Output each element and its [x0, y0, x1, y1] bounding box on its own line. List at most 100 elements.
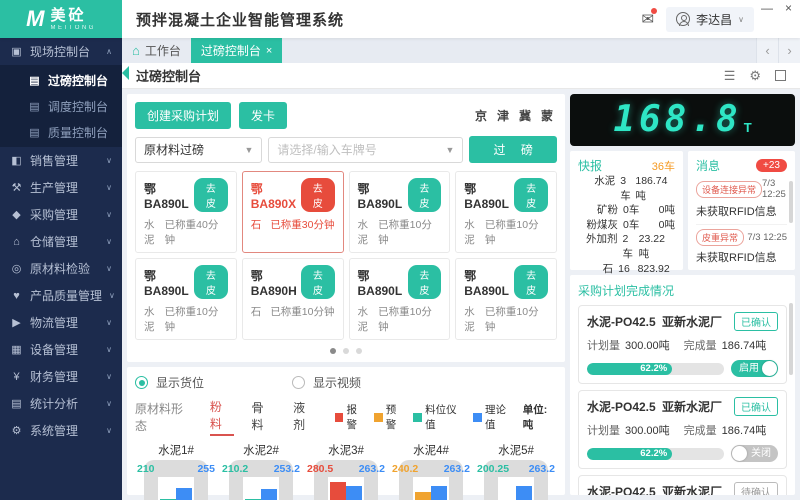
weigh-button[interactable]: 过 磅 — [469, 136, 557, 163]
sidebar-item-dispatch-console[interactable]: ▤ 调度控制台 — [0, 93, 122, 119]
vehicle-card[interactable]: 鄂BA890L去皮 水泥已称重10分钟 — [455, 258, 557, 340]
sensor-level-bar — [330, 482, 346, 500]
minimize-button[interactable]: — — [761, 2, 773, 14]
legend-label: 预警 — [386, 402, 407, 432]
weigh-status: 已称重30分钟 — [270, 217, 334, 232]
close-tab-icon[interactable]: × — [266, 45, 272, 57]
sidebar-item-sales[interactable]: ◧ 销售管理 ∨ — [0, 147, 122, 174]
region-tianjin[interactable]: 津 — [497, 107, 509, 124]
chevron-down-icon: ∨ — [106, 156, 112, 165]
material-form-label: 原材料形态 — [135, 400, 194, 434]
pagination-dot[interactable] — [343, 348, 349, 354]
tare-button[interactable]: 去皮 — [194, 265, 228, 299]
tab-workbench[interactable]: ⌂ 工作台 — [122, 38, 191, 63]
sidebar-item-equipment[interactable]: ▦ 设备管理 ∨ — [0, 336, 122, 363]
tare-button[interactable]: 去皮 — [194, 178, 228, 212]
sidebar-item-finance[interactable]: ¥ 财务管理 ∨ — [0, 363, 122, 390]
app-window: — × M 美砼 MEITONG 预拌混凝土企业智能管理系统 ✉ 李达昌 ∨ ▣… — [0, 0, 800, 500]
sidebar-item-production[interactable]: ⚒ 生产管理 ∨ — [0, 174, 122, 201]
sidebar-group-site-console[interactable]: ▣ 现场控制台 ∧ — [0, 38, 122, 65]
vehicle-card[interactable]: 鄂BA890L去皮 水泥已称重10分钟 — [349, 258, 451, 340]
menu-icon[interactable]: ☰ — [724, 68, 736, 84]
tare-button[interactable]: 去皮 — [408, 178, 442, 212]
vehicle-card[interactable]: 鄂BA890L去皮 水泥已称重40分钟 — [135, 171, 237, 253]
plan-material: 水泥-PO42.5 — [587, 398, 656, 415]
tare-button[interactable]: 去皮 — [514, 178, 548, 212]
tab-powder[interactable]: 粉料 — [210, 398, 234, 436]
tare-button[interactable]: 去皮 — [301, 178, 335, 212]
plate-number: 鄂BA890L — [358, 267, 408, 298]
vehicle-card[interactable]: 鄂BA890X去皮 石已称重30分钟 — [242, 171, 344, 253]
vehicle-card[interactable]: 鄂BA890H去皮 石已称重10分钟 — [242, 258, 344, 340]
sidebar-item-statistics[interactable]: ▤ 统计分析 ∨ — [0, 390, 122, 417]
tab-scroll-right-button[interactable]: › — [778, 38, 800, 63]
pagination-dot[interactable] — [330, 348, 336, 354]
tare-button[interactable]: 去皮 — [408, 265, 442, 299]
sidebar-item-weighing-console[interactable]: ▤ 过磅控制台 — [0, 67, 122, 93]
progress-fill: 62.2% — [587, 448, 672, 460]
tab-weighing-console[interactable]: 过磅控制台 × — [191, 38, 282, 63]
silo-chart — [328, 477, 364, 500]
message-item[interactable]: 设备连接异常7/3 12:25 未获取RFID信息 — [696, 174, 787, 225]
show-slot-radio[interactable] — [135, 376, 148, 389]
tare-button[interactable]: 去皮 — [301, 265, 334, 299]
region-hebei[interactable]: 冀 — [519, 107, 531, 124]
select-value: 原材料过磅 — [144, 141, 204, 158]
user-menu[interactable]: 李达昌 ∨ — [666, 7, 754, 32]
vehicle-card[interactable]: 鄂BA890L去皮 水泥已称重10分钟 — [455, 171, 557, 253]
silo-chart — [413, 477, 449, 500]
sidebar-item-material-inspection[interactable]: ◎ 原材料检验 ∨ — [0, 255, 122, 282]
report-material: 外加剂 — [578, 232, 618, 261]
vertical-scrollbar[interactable] — [789, 303, 793, 375]
plan-toggle[interactable]: 关闭 — [731, 445, 778, 462]
sidebar-item-label: 生产管理 — [30, 179, 78, 196]
scale-weight-value: 168.8 — [613, 102, 741, 138]
pagination-dot[interactable] — [356, 348, 362, 354]
close-window-button[interactable]: × — [785, 2, 792, 14]
material-name: 水泥 — [464, 304, 485, 334]
tab-liquid[interactable]: 液剂 — [293, 399, 317, 435]
factory-icon: ⚒ — [10, 181, 23, 194]
region-neimenggu[interactable]: 蒙 — [541, 107, 553, 124]
vertical-scrollbar[interactable] — [789, 181, 793, 223]
report-count: 0车 — [623, 218, 639, 233]
vehicle-card[interactable]: 鄂BA890L去皮 水泥已称重10分钟 — [135, 258, 237, 340]
weigh-status: 已称重10分钟 — [270, 304, 334, 319]
plan-material: 水泥-PO42.5 — [587, 483, 656, 495]
vehicle-card[interactable]: 鄂BA890L去皮 水泥已称重10分钟 — [349, 171, 451, 253]
silo-name: 水泥1# — [135, 442, 217, 458]
gear-icon[interactable]: ⚙ — [749, 68, 761, 84]
region-beijing[interactable]: 京 — [475, 107, 487, 124]
progress-percent: 62.2% — [640, 363, 667, 374]
plate-number-select[interactable]: 请选择/输入车牌号 ▼ — [268, 137, 463, 163]
tab-label: 工作台 — [145, 42, 181, 59]
mail-icon[interactable]: ✉ — [642, 10, 655, 28]
weigh-status: 已称重10分钟 — [378, 304, 441, 334]
sensor-value: 200.25 — [477, 463, 509, 475]
material-name: 水泥 — [464, 217, 485, 247]
sidebar-item-purchasing[interactable]: ◆ 采购管理 ∨ — [0, 201, 122, 228]
sidebar-item-logistics[interactable]: ▶ 物流管理 ∨ — [0, 309, 122, 336]
sidebar-item-warehouse[interactable]: ⌂ 仓储管理 ∨ — [0, 228, 122, 255]
sidebar-item-quality-console[interactable]: ▤ 质量控制台 — [0, 119, 122, 145]
tare-button[interactable]: 去皮 — [514, 265, 548, 299]
plan-supplier: 亚新水泥厂 — [662, 483, 722, 495]
theory-level-bar — [176, 488, 192, 500]
plan-toggle[interactable]: 启用 — [731, 360, 778, 377]
tab-scroll-left-button[interactable]: ‹ — [756, 38, 778, 63]
message-item[interactable]: 皮重异常7/3 12:25 未获取RFID信息 — [696, 225, 787, 270]
sensor-value: 240.2 — [392, 463, 418, 475]
sidebar-item-system[interactable]: ⚙ 系统管理 ∨ — [0, 417, 122, 444]
silo-row: 水泥1# 210 255 开 — [135, 442, 557, 500]
tab-aggregate[interactable]: 骨料 — [252, 399, 276, 435]
issue-card-button[interactable]: 发卡 — [239, 102, 287, 129]
material-type-select[interactable]: 原材料过磅 ▼ — [135, 137, 262, 163]
sidebar-item-product-quality[interactable]: ♥ 产品质量管理 ∨ — [0, 282, 122, 309]
page-title: 过磅控制台 — [136, 66, 201, 85]
logo-text: 美砼 — [50, 8, 95, 23]
show-video-label: 显示视频 — [313, 374, 361, 391]
create-purchase-plan-button[interactable]: 创建采购计划 — [135, 102, 231, 129]
show-video-radio[interactable] — [292, 376, 305, 389]
fullscreen-icon[interactable] — [775, 70, 786, 81]
chevron-down-icon: ∨ — [106, 210, 112, 219]
